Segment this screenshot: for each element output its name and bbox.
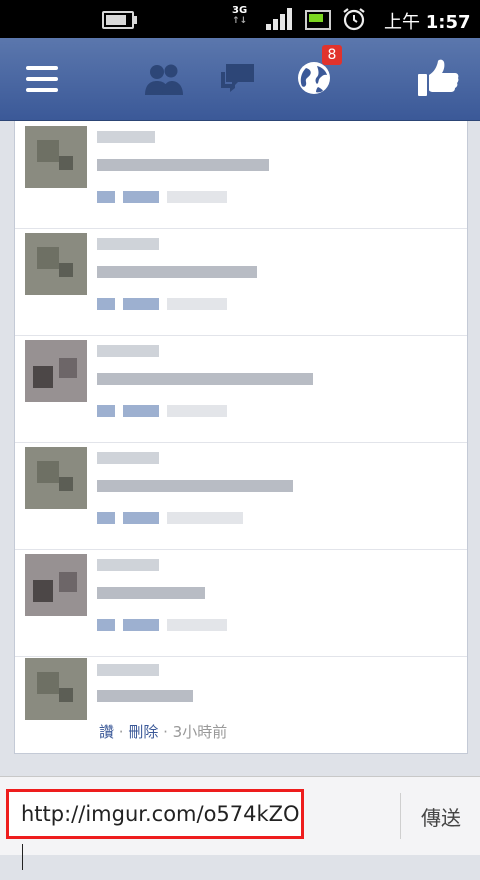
avatar[interactable]: [25, 340, 87, 402]
meta-separator: ·: [158, 723, 173, 741]
comment-input[interactable]: http://imgur.com/o574kZO: [6, 789, 304, 870]
like-icon[interactable]: [416, 58, 460, 98]
friends-icon[interactable]: [144, 62, 184, 96]
signal-icon: [266, 8, 292, 30]
messages-icon[interactable]: [218, 62, 258, 96]
notifications-globe-icon[interactable]: [296, 60, 332, 96]
avatar[interactable]: [25, 658, 87, 720]
comment-meta: 讚 · 刪除 · 3小時前: [99, 721, 227, 742]
battery-icon: [102, 11, 137, 29]
text-caret: [22, 844, 23, 870]
menu-icon[interactable]: [26, 66, 58, 92]
avatar[interactable]: [25, 233, 87, 295]
meta-separator: ·: [114, 723, 129, 741]
comment-composer: http://imgur.com/o574kZO 傳送: [0, 776, 480, 870]
data-arrows-icon: ↑↓: [232, 16, 248, 26]
list-item[interactable]: [15, 549, 467, 657]
avatar[interactable]: [25, 554, 87, 616]
like-link[interactable]: 讚: [99, 723, 114, 741]
network-type-label: 3G: [232, 5, 248, 16]
send-button[interactable]: 傳送: [402, 793, 480, 839]
status-bar: 3G ↑↓ 上午 1:57: [0, 0, 480, 38]
list-item[interactable]: [15, 121, 467, 229]
avatar[interactable]: [25, 126, 87, 188]
comment-input-value: http://imgur.com/o574kZO: [21, 802, 300, 826]
list-item[interactable]: 讚 · 刪除 · 3小時前: [15, 656, 467, 763]
comment-timestamp: 3小時前: [172, 723, 228, 741]
list-item[interactable]: [15, 442, 467, 550]
list-item[interactable]: [15, 335, 467, 443]
time-period: 上午: [384, 12, 420, 33]
network-type-indicator: 3G ↑↓: [232, 5, 248, 27]
comment-list: 讚 · 刪除 · 3小時前: [14, 121, 468, 754]
top-navigation-bar: 8: [0, 38, 480, 121]
alarm-icon: [343, 8, 365, 31]
notification-count-badge: 8: [322, 45, 342, 65]
time-value: 1:57: [425, 12, 471, 33]
divider: [400, 793, 401, 839]
charging-icon: [305, 10, 331, 30]
list-item[interactable]: [15, 228, 467, 336]
delete-link[interactable]: 刪除: [128, 723, 158, 741]
clock: 上午 1:57: [384, 8, 471, 34]
avatar[interactable]: [25, 447, 87, 509]
